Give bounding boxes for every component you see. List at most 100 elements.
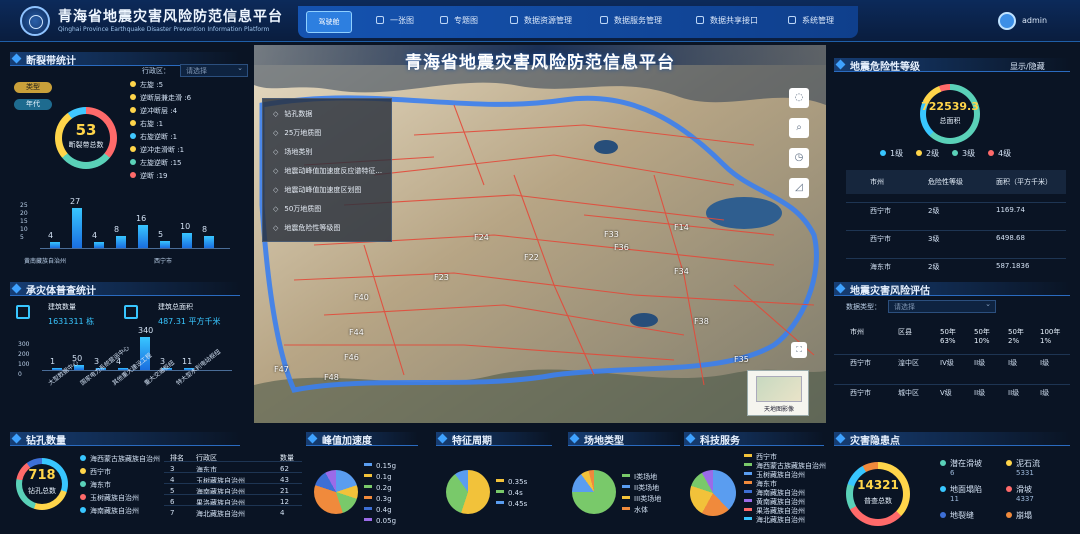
fault-legend-item: 逆冲走滑断 :1 [130, 145, 184, 155]
map-fault-label: F35 [734, 355, 749, 364]
nav-label: 系统管理 [802, 16, 834, 25]
borehole-legend-item: 海西蒙古族藏族自治州 [80, 454, 160, 464]
nav-data-share[interactable]: 数据共享接口 [696, 15, 758, 26]
layer-item[interactable]: 50万地质图 [273, 204, 321, 214]
borehole-total-label: 钻孔总数 [28, 487, 56, 495]
bar-value-label: 10 [180, 222, 191, 232]
risk-table-cell: 2级 [928, 207, 940, 215]
hazard-value: 6 [950, 469, 955, 477]
site-legend-item: 水体 [622, 505, 648, 515]
eval-table-row-divider [834, 384, 1070, 385]
borehole-table-row-divider [164, 494, 302, 495]
pga-legend-item-swatch [364, 474, 372, 477]
measure-icon[interactable]: ◷ [789, 148, 809, 168]
pga-legend-item-swatch [364, 518, 372, 521]
chat-bubble-icon[interactable]: ◌ [789, 88, 809, 108]
eval-table-cell: I级 [1008, 359, 1018, 367]
layer-item[interactable]: 钻孔数据 [273, 109, 312, 119]
tag-era[interactable]: 年代 [14, 99, 52, 110]
risk-level-legend-item: 2级 [916, 148, 939, 159]
borehole-table-cell: 海东市 [196, 466, 217, 474]
eval-table-header: 区县 [898, 328, 912, 336]
eval-table-header: 50年 10% [974, 328, 990, 345]
region-select[interactable]: 请选择 [180, 64, 248, 77]
basemap-label: 天地图影像 [763, 406, 794, 413]
layer-item[interactable]: 场地类别 [273, 147, 312, 157]
bar [72, 208, 82, 248]
risk-level-legend-label: 1级 [890, 149, 904, 158]
nav-label: 数据服务管理 [614, 16, 662, 25]
map-fault-label: F47 [274, 365, 289, 374]
site-legend-item: I类场地 [622, 472, 657, 482]
borehole-legend-item: 西宁市 [80, 467, 111, 477]
tech-legend-item-label: 海南藏族自治州 [756, 489, 805, 497]
risk-total-label: 总面积 [939, 117, 961, 125]
pga-pie [314, 470, 358, 514]
site-legend-item-swatch [622, 485, 630, 488]
legend-dot [940, 486, 946, 492]
period-legend-item-label: 0.4s [508, 489, 523, 497]
fault-xlabel-0: 黄南藏族自治州 [24, 258, 67, 265]
nav-one-map[interactable]: 一张图 [376, 15, 414, 26]
building-area-label: 建筑总面积 [158, 303, 193, 311]
borehole-title: 钻孔数量 [26, 436, 66, 447]
legend-dot [80, 455, 86, 461]
tech-legend-item-swatch [744, 499, 752, 502]
tech-legend-item-label: 西宁市 [756, 453, 777, 461]
fault-legend-item: 右旋 :1 [130, 119, 163, 129]
period-legend-item-swatch [496, 501, 504, 504]
fault-legend-item: 左旋 :5 [130, 80, 163, 90]
building-icon [16, 305, 30, 319]
bar [160, 240, 170, 248]
bar-value-label: 1 [50, 357, 56, 366]
user-name[interactable]: admin [1022, 16, 1047, 25]
borehole-table-row-divider [164, 461, 302, 462]
layer-item[interactable]: 地震危险性等级图 [273, 223, 340, 233]
data-type-select[interactable]: 请选择 [888, 300, 996, 313]
legend-dot [130, 159, 136, 165]
layer-item[interactable]: 地震动峰值加速度区划图 [273, 185, 361, 195]
pga-legend-item: 0.2g [364, 484, 392, 492]
map-fault-label: F48 [324, 373, 339, 382]
basemap-switcher[interactable]: 天地图影像 [747, 370, 809, 416]
avatar[interactable] [998, 12, 1016, 30]
period-legend-item-swatch [496, 479, 504, 482]
layer-item[interactable]: 25万地质图 [273, 128, 321, 138]
nav-cockpit[interactable]: 驾驶舱 [306, 11, 352, 33]
image-icon [440, 16, 448, 24]
borehole-panel-title: 钻孔数量 [10, 432, 240, 447]
locate-icon[interactable]: ⛶ [791, 342, 807, 358]
search-icon[interactable]: ⌕ [789, 118, 809, 138]
legend-dot [80, 481, 86, 487]
toggle-link[interactable]: 显示/隐藏 [1010, 61, 1045, 72]
angle-icon[interactable]: ◿ [789, 178, 809, 198]
building-count-label: 建筑数量 [48, 303, 76, 311]
site-legend-item: II类场地 [622, 483, 659, 493]
eval-table-header: 50年 63% [940, 328, 956, 345]
eval-table-cell: 湟中区 [898, 359, 919, 367]
nav-thematic-map[interactable]: 专题图 [440, 15, 478, 26]
nav-label: 一张图 [390, 16, 414, 25]
nav-data-service[interactable]: 数据服务管理 [600, 15, 662, 26]
fault-xlabel-1: 西宁市 [154, 258, 173, 265]
risk-table-header: 危险性等级 [928, 178, 963, 186]
pga-legend-item-swatch [364, 463, 372, 466]
map-fault-label: F38 [694, 317, 709, 326]
server-icon [600, 16, 608, 24]
tag-type[interactable]: 类型 [14, 82, 52, 93]
risk-table-cell: 西宁市 [870, 207, 891, 215]
fault-legend-item-label: 逆冲走滑断 :1 [140, 146, 185, 154]
eval-table-cell: 西宁市 [850, 389, 871, 397]
building-yticks: 300 200 100 0 [18, 340, 29, 380]
map-fault-label: F24 [474, 233, 489, 242]
nav-data-resource[interactable]: 数据资源管理 [510, 15, 572, 26]
eval-table-cell: I级 [1040, 359, 1050, 367]
site-legend-item-label: I类场地 [634, 473, 658, 481]
fault-legend-item-label: 右旋逆断 :1 [140, 133, 178, 141]
nav-system[interactable]: 系统管理 [788, 15, 834, 26]
borehole-table-row-divider [164, 483, 302, 484]
map-fault-label: F36 [614, 243, 629, 252]
layer-item[interactable]: 地震动峰值加速度反应谱特征... [273, 166, 382, 176]
pga-legend-item-label: 0.1g [376, 473, 392, 481]
map-fault-label: F23 [434, 273, 449, 282]
